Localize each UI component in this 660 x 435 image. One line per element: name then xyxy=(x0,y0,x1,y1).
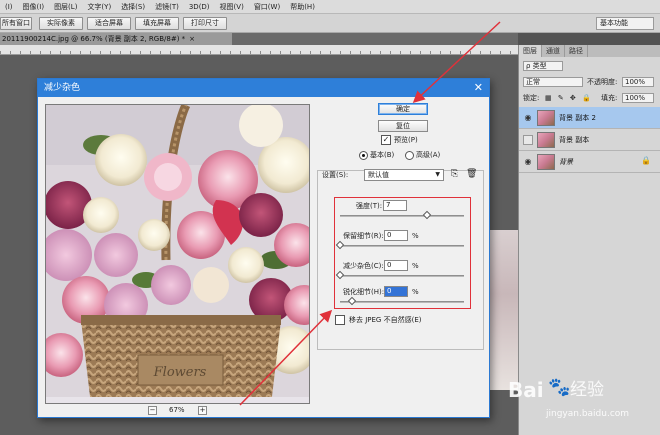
paw-icon: 🐾 xyxy=(548,377,571,398)
watermark-brand2: 经验 xyxy=(570,380,604,400)
baidu-watermark: Bai 🐾 经验 jingyan.baidu.com xyxy=(506,370,656,430)
arrow-to-ok xyxy=(412,21,501,104)
arrow-to-sliders xyxy=(239,309,333,406)
watermark-brand: Bai xyxy=(508,378,544,402)
watermark-url: jingyan.baidu.com xyxy=(546,409,630,419)
